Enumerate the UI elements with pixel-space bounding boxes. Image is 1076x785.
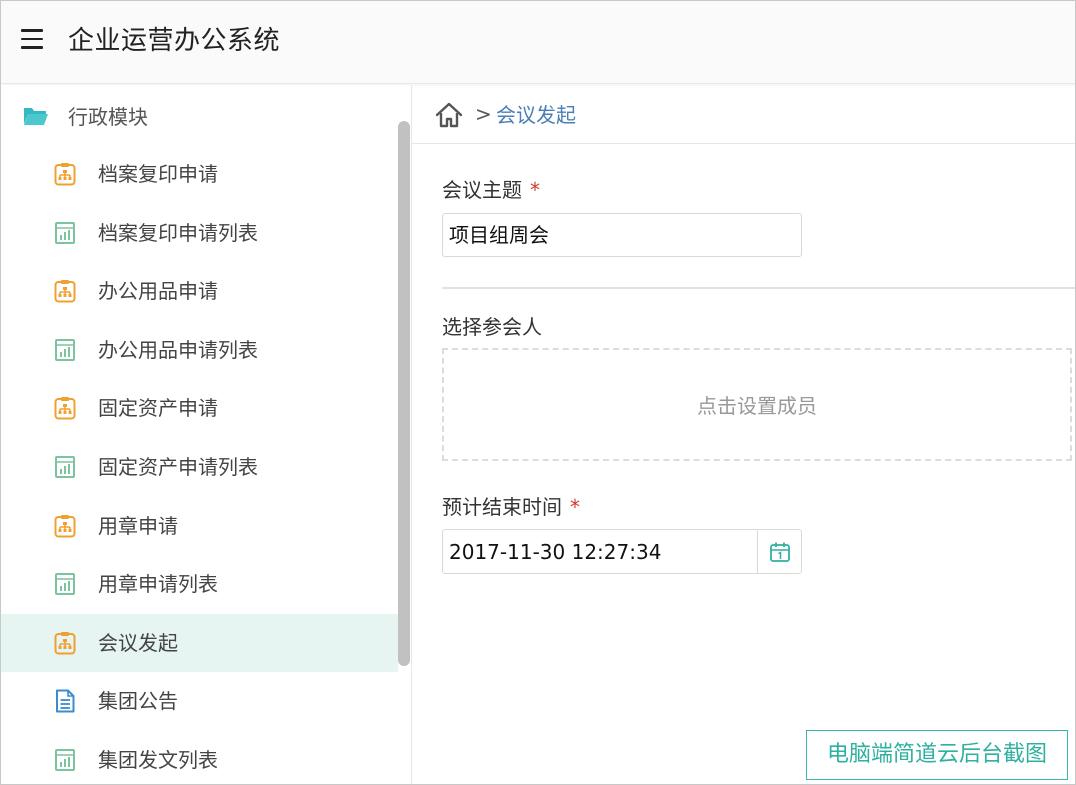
watermark-label: 电脑端简道云后台截图 <box>806 730 1068 780</box>
sidebar-item[interactable]: 档案复印申请 <box>1 145 398 203</box>
form-icon <box>54 279 76 303</box>
sidebar-group-label: 行政模块 <box>68 105 148 129</box>
app-window: 企业运营办公系统 行政模块 档案复印申请档案复印申请列表 办公用品申请办公用品申请… <box>0 0 1076 785</box>
report-list-icon <box>54 455 76 479</box>
end-time-value: 2017-11-30 12:27:34 <box>449 540 662 564</box>
sidebar-item[interactable]: 集团公告 <box>1 672 398 730</box>
form-icon <box>54 631 76 655</box>
sidebar-item[interactable]: 用章申请列表 <box>1 555 398 613</box>
sidebar: 行政模块 档案复印申请档案复印申请列表 办公用品申请办公用品申请列表 固定资产申请固… <box>1 85 412 784</box>
report-list-icon <box>54 572 76 596</box>
folder-open-icon <box>24 108 48 125</box>
sidebar-item-label: 档案复印申请 <box>98 162 218 186</box>
sidebar-item-label: 办公用品申请 <box>98 279 218 304</box>
calendar-button[interactable] <box>757 530 801 573</box>
participants-label: 选择参会人 <box>442 315 542 339</box>
sidebar-item[interactable]: 档案复印申请列表 <box>1 204 398 262</box>
end-time-label: 预计结束时间 * <box>442 493 580 521</box>
calendar-icon <box>770 542 790 562</box>
home-icon[interactable] <box>434 101 464 129</box>
sidebar-item-label: 集团发文列表 <box>98 748 218 772</box>
sidebar-item-label: 用章申请列表 <box>98 572 218 597</box>
sidebar-item-label: 办公用品申请列表 <box>98 337 258 362</box>
sidebar-item-label: 固定资产申请列表 <box>98 455 258 479</box>
set-members-area[interactable]: 点击设置成员 <box>442 348 1072 461</box>
sidebar-scrollbar[interactable] <box>398 121 410 666</box>
required-mark: * <box>530 178 540 202</box>
report-list-icon <box>54 748 76 772</box>
sidebar-item[interactable]: 集团发文列表 <box>1 731 398 784</box>
topic-label-text: 会议主题 <box>442 178 522 202</box>
sidebar-item[interactable]: 固定资产申请 <box>1 379 398 437</box>
breadcrumb-current[interactable]: 会议发起 <box>496 101 576 129</box>
app-title: 企业运营办公系统 <box>68 26 281 56</box>
sidebar-item[interactable]: 会议发起 <box>1 613 398 672</box>
document-icon <box>54 689 76 713</box>
sidebar-item[interactable]: 固定资产申请列表 <box>1 438 398 496</box>
end-time-label-text: 预计结束时间 <box>442 495 562 519</box>
required-mark: * <box>570 495 580 519</box>
form-icon <box>54 162 76 186</box>
sidebar-item[interactable]: 办公用品申请列表 <box>1 321 398 379</box>
form-icon <box>54 396 76 420</box>
sidebar-item[interactable]: 用章申请 <box>1 497 398 555</box>
sidebar-item[interactable]: 办公用品申请 <box>1 262 398 320</box>
breadcrumb: > 会议发起 <box>412 85 1075 144</box>
form-icon <box>54 514 76 538</box>
sidebar-item-label: 用章申请 <box>98 513 178 538</box>
breadcrumb-separator: > <box>475 102 492 126</box>
top-header: 企业运营办公系统 <box>1 1 1075 84</box>
form-divider <box>442 287 1075 289</box>
report-list-icon <box>54 338 76 362</box>
topic-input[interactable]: 项目组周会 <box>442 213 802 257</box>
sidebar-item-label: 档案复印申请列表 <box>98 220 258 245</box>
set-members-hint: 点击设置成员 <box>697 394 817 418</box>
sidebar-item-label: 会议发起 <box>98 630 178 655</box>
hamburger-menu-icon[interactable] <box>21 29 45 51</box>
sidebar-item-label: 固定资产申请 <box>98 396 218 421</box>
sidebar-item-label: 集团公告 <box>98 689 178 714</box>
end-time-input[interactable]: 2017-11-30 12:27:34 <box>442 529 802 574</box>
sidebar-group-admin[interactable]: 行政模块 <box>1 85 398 149</box>
topic-label: 会议主题 * <box>442 176 540 204</box>
report-list-icon <box>54 221 76 245</box>
